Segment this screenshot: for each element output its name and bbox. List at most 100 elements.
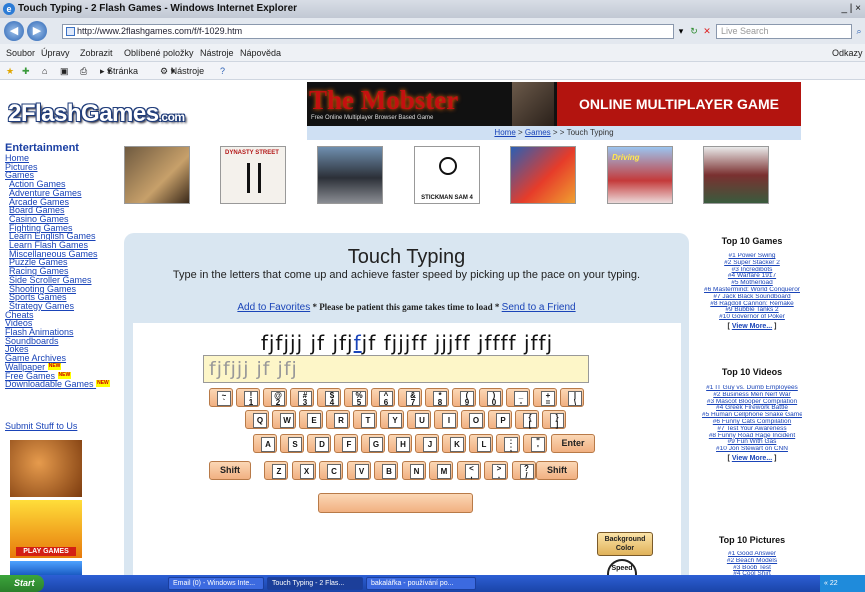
top-game-item[interactable]: #2 Super Stacker 2 <box>702 260 802 267</box>
key-row1[interactable]: ~ ` <box>209 388 233 407</box>
add-to-favorites-link[interactable]: Add to Favorites <box>237 302 310 313</box>
thumb-driving[interactable]: Driving <box>607 146 673 204</box>
top-game-item[interactable]: #4 Warfare 1917 <box>702 273 802 280</box>
thumb-1[interactable] <box>124 146 190 204</box>
thumb-stickman[interactable]: STICKMAN SAM 4 <box>414 146 480 204</box>
key-row4[interactable]: B <box>374 461 398 480</box>
search-icon[interactable]: ⌕ <box>854 24 864 39</box>
start-button[interactable]: Start <box>0 575 44 592</box>
top-video-item-link[interactable]: #1 IT Guy vs. Dumb Employees <box>706 385 798 391</box>
submit-stuff-link[interactable]: Submit Stuff to Us <box>5 421 77 431</box>
view-more-link[interactable]: [ View More... ] <box>702 323 802 331</box>
breadcrumb-games[interactable]: Games <box>525 128 551 137</box>
key-row3[interactable]: A <box>253 434 277 453</box>
left-shift-key[interactable]: Shift <box>209 461 251 480</box>
key-row1[interactable]: & 7 <box>398 388 422 407</box>
top-game-item-link[interactable]: #8 Ragdoll Cannon: Remake <box>710 301 793 307</box>
top-picture-item-link[interactable]: #2 Beach Models <box>727 558 777 564</box>
top-game-item[interactable]: #9 Bubble Tanks 2 <box>702 307 802 314</box>
key-row4[interactable]: X <box>291 461 316 480</box>
help-icon[interactable]: ? <box>220 62 225 80</box>
top-video-item-link[interactable]: #9 Fun With Gas <box>728 439 777 445</box>
top-game-item[interactable]: #3 Incredibots <box>702 267 802 274</box>
page-menu[interactable]: ▸ Stránka ▾ <box>100 62 138 80</box>
view-more-link[interactable]: [ View More... ] <box>702 455 802 463</box>
key-row2[interactable]: W <box>272 410 296 429</box>
top-video-item[interactable]: #7 Test Your Awareness <box>702 426 802 433</box>
window-controls[interactable]: _ | × <box>841 0 861 18</box>
top-video-item[interactable]: #8 Funny Road Rage Incident <box>702 433 802 440</box>
menu-help[interactable]: Nápověda <box>240 44 281 62</box>
enter-key[interactable]: Enter <box>551 434 595 453</box>
search-input[interactable]: Live Search <box>716 24 852 39</box>
url-dropdown-icon[interactable]: ▾ <box>676 24 686 39</box>
add-favorite-icon[interactable]: ✚ <box>22 62 30 80</box>
menu-file[interactable]: Soubor <box>6 44 35 62</box>
key-row1[interactable]: ) 0 <box>479 388 503 407</box>
key-row4[interactable]: V <box>346 461 371 480</box>
top-video-item-link[interactable]: #4 Greek Firework Battle <box>716 405 788 411</box>
key-row3[interactable]: D <box>307 434 331 453</box>
top-video-item-link[interactable]: #5 Human Cellphone Snake Game <box>702 412 802 418</box>
menu-tools[interactable]: Nástroje <box>200 44 234 62</box>
top-video-item-link[interactable]: #8 Funny Road Rage Incident <box>709 433 795 439</box>
menu-favorites[interactable]: Oblíbené položky <box>124 44 194 62</box>
key-row2[interactable]: P <box>488 410 512 429</box>
sidebar-link-downloadable-games[interactable]: Downloadable Games NEW <box>5 380 117 389</box>
view-more-label[interactable]: View More... <box>732 323 772 330</box>
key-row3[interactable]: S <box>280 434 304 453</box>
top-video-item-link[interactable]: #6 Funny Cats Compilation <box>713 419 791 425</box>
top-video-item[interactable]: #4 Greek Firework Battle <box>702 405 802 412</box>
top-game-item[interactable]: #8 Ragdoll Cannon: Remake <box>702 301 802 308</box>
top-picture-item[interactable]: #2 Beach Models <box>702 558 802 565</box>
menu-view[interactable]: Zobrazit <box>80 44 113 62</box>
key-row1[interactable]: $4 <box>317 388 341 407</box>
key-row3[interactable]: F <box>334 434 358 453</box>
key-row2[interactable]: {[ <box>515 410 539 429</box>
top-game-item[interactable]: #7 Jack Black Soundboard <box>702 294 802 301</box>
top-picture-item[interactable]: #3 Boob Test <box>702 565 802 572</box>
back-button[interactable]: ◀ <box>4 21 24 41</box>
key-row3[interactable]: K <box>442 434 466 453</box>
key-row4[interactable]: N <box>401 461 426 480</box>
top-game-item[interactable]: #1 Power Swing <box>702 253 802 260</box>
key-row1[interactable]: ^ 6 <box>371 388 395 407</box>
task-touch-typing[interactable]: Touch Typing - 2 Flas... <box>267 577 363 590</box>
send-to-friend-link[interactable]: Send to a Friend <box>502 302 576 313</box>
key-row4[interactable]: ? / <box>511 461 536 480</box>
key-space[interactable] <box>318 493 473 513</box>
top-video-item[interactable]: #1 IT Guy vs. Dumb Employees <box>702 385 802 392</box>
top-video-item-link[interactable]: #3 Mascot Blooper Compilation <box>707 399 797 405</box>
typing-input[interactable]: fjfjjj jf jfj <box>203 355 589 383</box>
print-icon[interactable]: ⎙ <box>80 62 87 80</box>
key-row2[interactable]: Q <box>245 410 269 429</box>
key-row3[interactable]: :; <box>496 434 520 453</box>
top-game-item-link[interactable]: #2 Super Stacker 2 <box>724 260 780 266</box>
key-row3[interactable]: G <box>361 434 385 453</box>
top-video-item[interactable]: #6 Funny Cats Compilation <box>702 419 802 426</box>
top-picture-item-link[interactable]: #1 Good Answer <box>728 551 776 557</box>
top-game-item-link[interactable]: #5 Motherload <box>731 280 773 286</box>
key-row2[interactable]: U <box>407 410 431 429</box>
thumb-3[interactable] <box>317 146 383 204</box>
right-shift-key[interactable]: Shift <box>536 461 578 480</box>
top-video-item[interactable]: #9 Fun With Gas <box>702 439 802 446</box>
top-video-item-link[interactable]: #10 Jon Stewart on CNN <box>716 446 788 452</box>
key-row1[interactable]: _ - <box>506 388 530 407</box>
speed-button[interactable]: Speed <box>607 559 637 575</box>
banner-ad[interactable]: The Mobster Free Online Multiplayer Brow… <box>307 82 801 126</box>
thumb-7[interactable] <box>703 146 769 204</box>
key-row1[interactable]: #3 <box>290 388 314 407</box>
top-video-item[interactable]: #2 Business Men Nerf War <box>702 392 802 399</box>
key-row4[interactable]: M <box>429 461 453 480</box>
refresh-icon[interactable]: ↻ <box>688 24 700 39</box>
task-email[interactable]: Email (0) - Windows Inte... <box>168 577 264 590</box>
task-bakalarka[interactable]: bakalářka - používání po... <box>366 577 476 590</box>
top-game-item-link[interactable]: #10 Governor of Poker <box>719 314 785 320</box>
key-row4[interactable]: <, <box>456 461 481 480</box>
top-game-item[interactable]: #6 Mastermind: World Conqueror <box>702 287 802 294</box>
stop-icon[interactable]: ✕ <box>701 24 713 39</box>
background-color-button[interactable]: Background Color <box>597 532 653 556</box>
top-video-item-link[interactable]: #2 Business Men Nerf War <box>713 392 790 398</box>
key-row2[interactable]: Y <box>380 410 404 429</box>
